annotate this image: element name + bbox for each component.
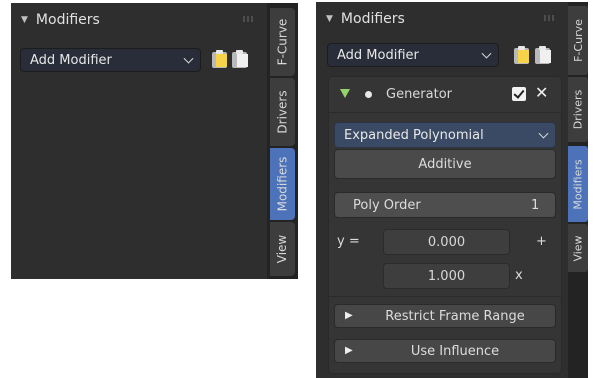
chevron-down-icon bbox=[183, 53, 194, 64]
sidebar-tabs: F-Curve Drivers Modifiers View bbox=[267, 3, 298, 279]
drag-grip-icon[interactable] bbox=[243, 16, 255, 22]
panel-header[interactable]: ▼ Modifiers bbox=[316, 2, 568, 35]
add-modifier-label: Add Modifier bbox=[30, 52, 112, 68]
divider bbox=[328, 112, 562, 113]
modifiers-panel-collapsed: ▼ Modifiers Add Modifier F-Curve Drivers… bbox=[11, 3, 298, 279]
enable-checkbox[interactable] bbox=[512, 87, 526, 101]
y-equals-label: y = bbox=[337, 234, 360, 249]
generator-modifier-box bbox=[328, 76, 562, 374]
coefficient-1-field[interactable]: 1.000 bbox=[383, 263, 510, 289]
tab-drivers[interactable]: Drivers bbox=[568, 77, 588, 142]
tab-modifiers[interactable]: Modifiers bbox=[270, 148, 295, 220]
tab-f-curve[interactable]: F-Curve bbox=[568, 6, 588, 75]
sidebar-tabs: F-Curve Drivers Modifiers View bbox=[568, 2, 588, 378]
generator-mode-label: Expanded Polynomial bbox=[344, 127, 484, 143]
generator-header[interactable]: Generator ✕ bbox=[328, 76, 562, 112]
collapse-triangle-icon[interactable]: ▼ bbox=[326, 14, 333, 24]
poly-order-label: Poly Order bbox=[353, 198, 421, 213]
tab-modifiers[interactable]: Modifiers bbox=[568, 146, 588, 222]
modifiers-panel-expanded: ▼ Modifiers Add Modifier Generator ✕ Exp… bbox=[316, 2, 588, 378]
drag-grip-icon[interactable] bbox=[544, 15, 556, 21]
generator-name: Generator bbox=[386, 87, 453, 102]
plus-label: + bbox=[536, 234, 547, 249]
paste-modifiers-icon[interactable] bbox=[232, 50, 249, 68]
expand-triangle-icon[interactable] bbox=[340, 89, 350, 98]
active-dot-icon[interactable] bbox=[365, 91, 372, 98]
copy-modifiers-icon[interactable] bbox=[514, 46, 531, 64]
tab-view[interactable]: View bbox=[270, 222, 295, 276]
collapse-triangle-icon[interactable]: ▼ bbox=[21, 15, 28, 25]
expand-triangle-icon[interactable]: ▶ bbox=[345, 345, 353, 356]
x-variable-label: x bbox=[515, 268, 523, 283]
panel-content: ▼ Modifiers Add Modifier Generator ✕ Exp… bbox=[316, 2, 568, 378]
coefficient-0-field[interactable]: 0.000 bbox=[383, 229, 510, 255]
divider bbox=[328, 296, 562, 297]
copy-modifiers-icon[interactable] bbox=[212, 50, 229, 68]
poly-order-value: 1 bbox=[531, 198, 540, 213]
add-modifier-dropdown[interactable]: Add Modifier bbox=[327, 43, 499, 67]
restrict-frame-range-panel[interactable]: ▶ Restrict Frame Range bbox=[334, 304, 556, 328]
close-icon[interactable]: ✕ bbox=[535, 83, 548, 102]
chevron-down-icon bbox=[538, 128, 549, 139]
generator-mode-dropdown[interactable]: Expanded Polynomial bbox=[334, 122, 556, 148]
paste-modifiers-icon[interactable] bbox=[535, 46, 552, 64]
use-influence-panel[interactable]: ▶ Use Influence bbox=[334, 339, 556, 363]
panel-title: Modifiers bbox=[340, 10, 405, 27]
tab-drivers[interactable]: Drivers bbox=[270, 78, 295, 146]
tab-f-curve[interactable]: F-Curve bbox=[270, 8, 295, 76]
chevron-down-icon bbox=[481, 48, 492, 59]
poly-order-field[interactable]: Poly Order 1 bbox=[334, 192, 556, 218]
additive-toggle[interactable]: Additive bbox=[334, 149, 556, 179]
tab-view[interactable]: View bbox=[568, 224, 588, 272]
expand-triangle-icon[interactable]: ▶ bbox=[345, 310, 353, 321]
add-modifier-label: Add Modifier bbox=[337, 47, 419, 63]
panel-title: Modifiers bbox=[35, 11, 100, 28]
panel-header[interactable]: ▼ Modifiers bbox=[11, 3, 267, 36]
panel-content: ▼ Modifiers Add Modifier bbox=[11, 3, 267, 279]
add-modifier-dropdown[interactable]: Add Modifier bbox=[20, 48, 201, 72]
